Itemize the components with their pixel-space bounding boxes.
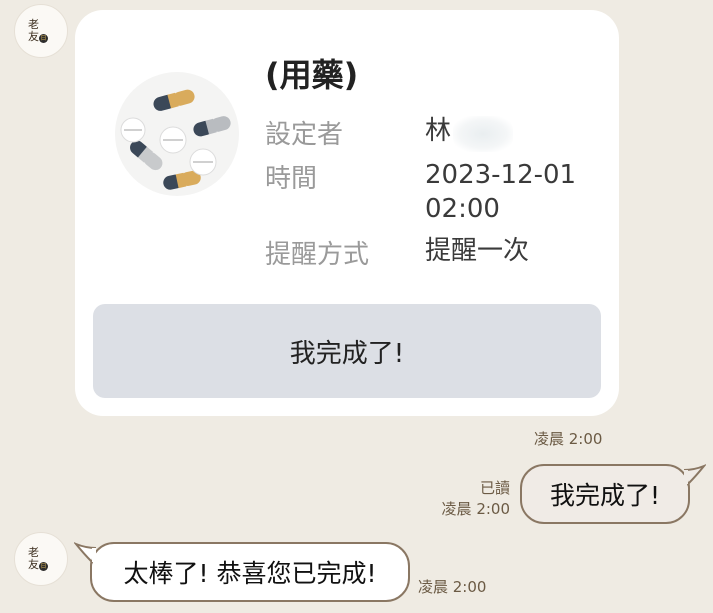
- bot-reply-bubble[interactable]: 太棒了! 恭喜您已完成!: [90, 542, 410, 602]
- bubble-tail-icon: [684, 464, 706, 486]
- bot-avatar[interactable]: 老友日: [14, 4, 68, 58]
- reminder-card: (用藥) 設定者 林 時間 2023-12-01 02:00 提醒方式 提醒一次…: [75, 10, 619, 416]
- user-message-timestamp: 凌晨 2:00: [441, 500, 510, 518]
- pills-icon: [115, 72, 239, 196]
- read-status: 已讀: [479, 479, 510, 497]
- laoyou-logo-icon: 老友日: [28, 546, 48, 571]
- laoyou-logo-icon: 老友日: [28, 18, 48, 43]
- time-value: 2023-12-01 02:00: [425, 160, 577, 224]
- message-meta: 已讀 凌晨 2:00: [420, 478, 510, 520]
- done-button[interactable]: 我完成了!: [93, 304, 601, 398]
- setter-value: 林: [425, 116, 452, 146]
- user-message-bubble[interactable]: 我完成了!: [520, 464, 690, 524]
- redaction-blur: [453, 116, 513, 152]
- card-timestamp: 凌晨 2:00: [534, 430, 603, 448]
- reminder-title: (用藥): [265, 56, 359, 94]
- setter-label: 設定者: [265, 120, 344, 150]
- bot-reply-timestamp: 凌晨 2:00: [418, 578, 487, 596]
- bot-avatar[interactable]: 老友日: [14, 532, 68, 586]
- bubble-tail-icon: [74, 542, 96, 564]
- mode-value: 提醒一次: [425, 236, 530, 266]
- time-label: 時間: [265, 164, 318, 194]
- mode-label: 提醒方式: [265, 240, 370, 270]
